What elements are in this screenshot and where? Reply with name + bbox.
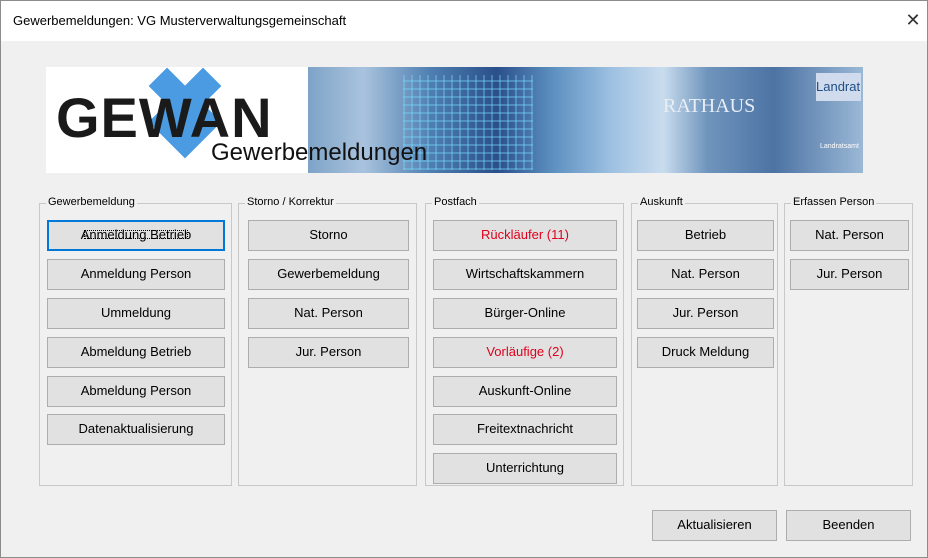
storno-button[interactable]: Storno [248, 220, 409, 251]
erfassen-nat-person-button[interactable]: Nat. Person [790, 220, 909, 251]
landrat-sign: Landrat [816, 73, 861, 101]
datenaktualisierung-button[interactable]: Datenaktualisierung [47, 414, 225, 445]
unterrichtung-button[interactable]: Unterrichtung [433, 453, 617, 484]
group-legend: Erfassen Person [791, 196, 877, 208]
abmeldung-person-button[interactable]: Abmeldung Person [47, 376, 225, 407]
group-legend: Postfach [432, 196, 479, 208]
group-storno-korrektur: Storno / Korrektur Storno Gewerbemeldung… [238, 196, 417, 486]
group-auskunft: Auskunft Betrieb Nat. Person Jur. Person… [631, 196, 778, 486]
gewan-banner: GEWAN RATHAUS Landrat Landratsamt Gewerb… [46, 67, 863, 173]
storno-gewerbemeldung-button[interactable]: Gewerbemeldung [248, 259, 409, 290]
anmeldung-person-button[interactable]: Anmeldung Person [47, 259, 225, 290]
auskunft-online-button[interactable]: Auskunft-Online [433, 376, 617, 407]
title-bar: Gewerbemeldungen: VG Musterverwaltungsge… [1, 1, 927, 41]
dialog-window: Gewerbemeldungen: VG Musterverwaltungsge… [0, 0, 928, 558]
buerger-online-button[interactable]: Bürger-Online [433, 298, 617, 329]
group-gewerbemeldung: Gewerbemeldung Anmeldung Betrieb Anmeldu… [39, 196, 232, 486]
group-legend: Gewerbemeldung [46, 196, 137, 208]
rathaus-sign: RATHAUS [663, 95, 756, 117]
auskunft-nat-person-button[interactable]: Nat. Person [637, 259, 774, 290]
landratsamt-sign: Landratsamt [820, 143, 859, 150]
storno-nat-person-button[interactable]: Nat. Person [248, 298, 409, 329]
auskunft-jur-person-button[interactable]: Jur. Person [637, 298, 774, 329]
wirtschaftskammern-button[interactable]: Wirtschaftskammern [433, 259, 617, 290]
aktualisieren-button[interactable]: Aktualisieren [652, 510, 777, 541]
freitextnachricht-button[interactable]: Freitextnachricht [433, 414, 617, 445]
group-legend: Auskunft [638, 196, 685, 208]
vorlaeufige-button[interactable]: Vorläufige (2) [433, 337, 617, 368]
window-title: Gewerbemeldungen: VG Musterverwaltungsge… [13, 13, 347, 28]
button-label: Anmeldung Betrieb [80, 227, 192, 242]
banner-subtitle: Gewerbemeldungen [211, 139, 428, 166]
ruecklaeufer-button[interactable]: Rückläufer (11) [433, 220, 617, 251]
abmeldung-betrieb-button[interactable]: Abmeldung Betrieb [47, 337, 225, 368]
erfassen-jur-person-button[interactable]: Jur. Person [790, 259, 909, 290]
close-icon[interactable]: ✕ [903, 9, 923, 31]
anmeldung-betrieb-button[interactable]: Anmeldung Betrieb [47, 220, 225, 251]
group-legend: Storno / Korrektur [245, 196, 336, 208]
group-erfassen-person: Erfassen Person Nat. Person Jur. Person [784, 196, 913, 486]
group-postfach: Postfach Rückläufer (11) Wirtschaftskamm… [425, 196, 624, 486]
storno-jur-person-button[interactable]: Jur. Person [248, 337, 409, 368]
beenden-button[interactable]: Beenden [786, 510, 911, 541]
druck-meldung-button[interactable]: Druck Meldung [637, 337, 774, 368]
auskunft-betrieb-button[interactable]: Betrieb [637, 220, 774, 251]
ummeldung-button[interactable]: Ummeldung [47, 298, 225, 329]
